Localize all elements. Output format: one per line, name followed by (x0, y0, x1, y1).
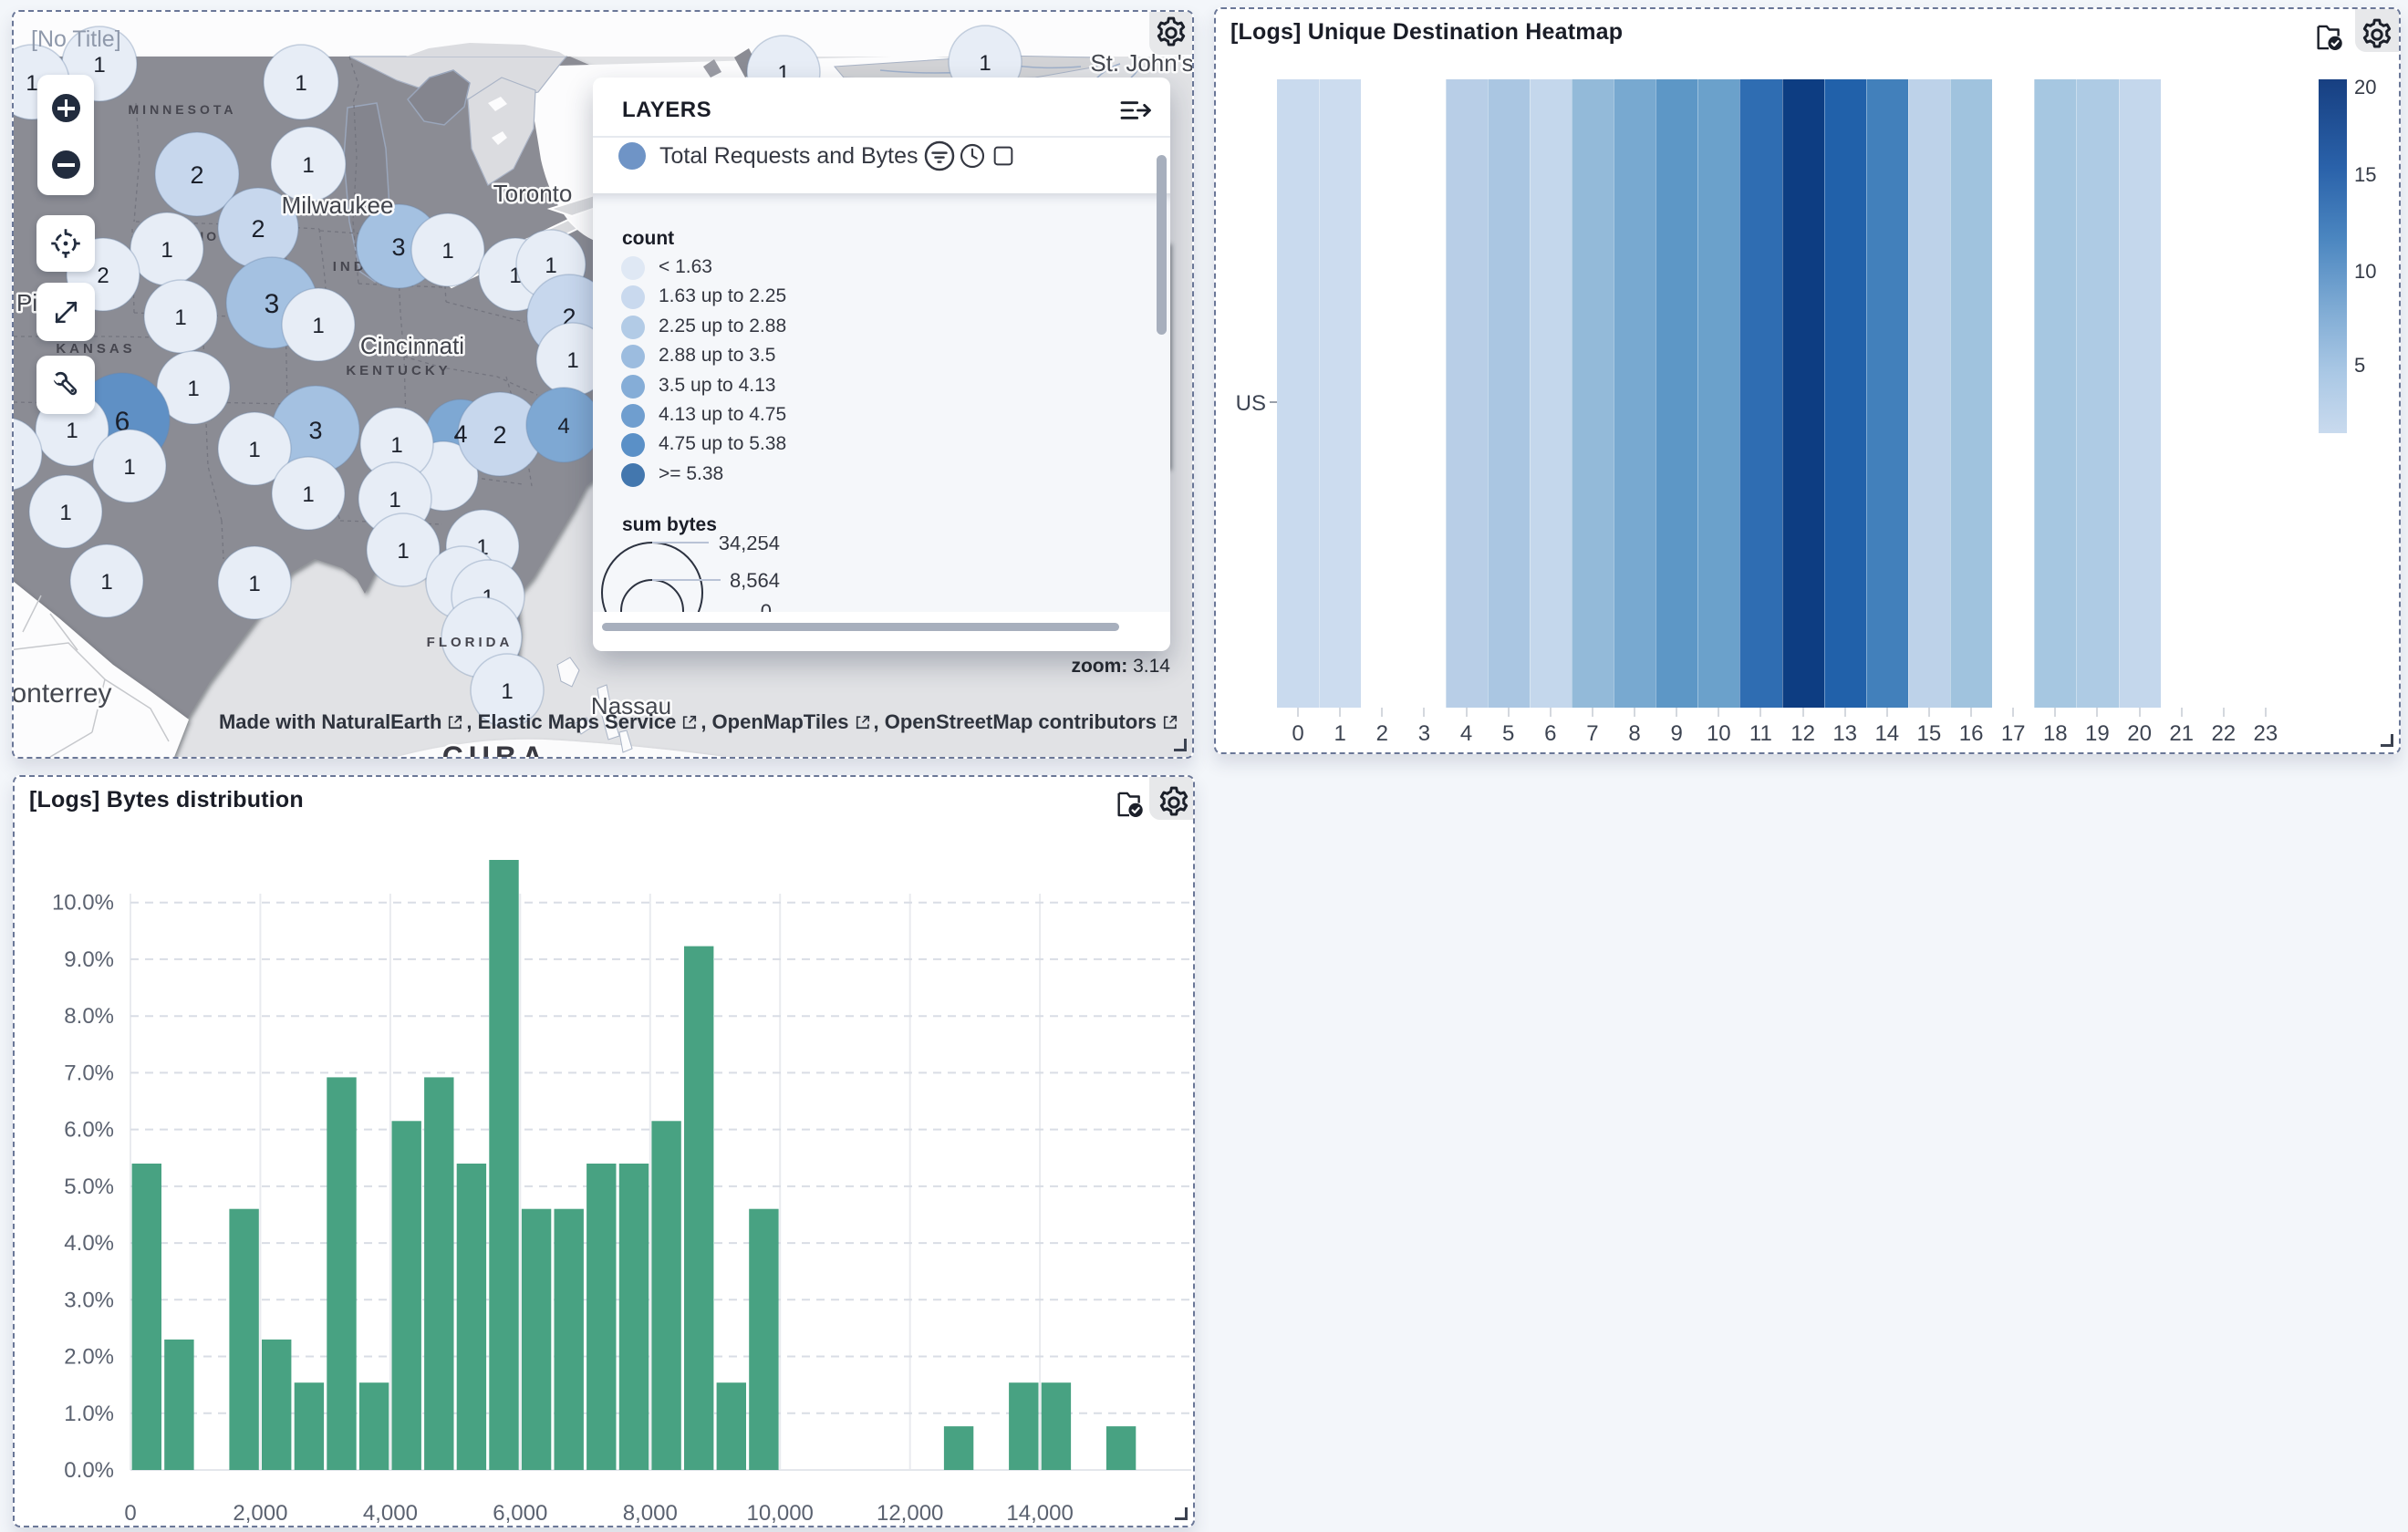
svg-text:1: 1 (545, 254, 556, 278)
svg-text:2: 2 (493, 421, 506, 449)
svg-text:3: 3 (265, 289, 280, 319)
svg-text:0: 0 (761, 600, 772, 612)
svg-text:Toronto: Toronto (493, 180, 573, 207)
svg-text:1: 1 (295, 71, 306, 96)
svg-text:4.0%: 4.0% (64, 1231, 114, 1256)
svg-text:Cincinnati: Cincinnati (360, 332, 464, 359)
svg-text:3: 3 (391, 233, 405, 261)
svg-text:1: 1 (174, 305, 186, 330)
svg-text:0.0%: 0.0% (64, 1458, 114, 1483)
svg-text:2: 2 (251, 215, 265, 243)
svg-text:5.0%: 5.0% (64, 1175, 114, 1199)
svg-text:7.0%: 7.0% (64, 1061, 114, 1085)
svg-text:KANSAS: KANSAS (56, 341, 135, 357)
svg-text:1: 1 (93, 53, 105, 78)
svg-text:34,254: 34,254 (719, 536, 780, 554)
svg-text:KENTUCKY: KENTUCKY (346, 363, 451, 378)
svg-text:1: 1 (979, 51, 991, 76)
svg-text:1: 1 (26, 71, 37, 96)
svg-text:3: 3 (308, 417, 322, 444)
svg-text:4,000: 4,000 (363, 1501, 418, 1526)
svg-text:14,000: 14,000 (1006, 1501, 1073, 1526)
svg-text:2,000: 2,000 (233, 1501, 287, 1526)
svg-text:1: 1 (66, 419, 78, 443)
svg-text:12,000: 12,000 (877, 1501, 943, 1526)
svg-text:1: 1 (441, 239, 453, 264)
svg-text:2: 2 (190, 161, 203, 189)
svg-text:1: 1 (390, 433, 402, 458)
svg-text:1: 1 (123, 455, 135, 480)
svg-text:1: 1 (248, 438, 260, 462)
svg-text:1: 1 (397, 539, 409, 564)
svg-text:0: 0 (124, 1501, 136, 1526)
svg-text:Pi: Pi (16, 289, 37, 316)
svg-text:2: 2 (97, 264, 109, 288)
svg-text:1: 1 (312, 314, 324, 338)
svg-text:Milwaukee: Milwaukee (282, 192, 394, 219)
svg-text:1: 1 (248, 572, 260, 596)
svg-text:MINNESOTA: MINNESOTA (129, 102, 237, 117)
svg-text:4: 4 (557, 414, 569, 439)
svg-text:1: 1 (302, 482, 314, 507)
svg-text:1.0%: 1.0% (64, 1402, 114, 1426)
svg-text:8.0%: 8.0% (64, 1004, 114, 1029)
svg-text:3.0%: 3.0% (64, 1288, 114, 1312)
svg-text:CUBA: CUBA (442, 740, 548, 757)
svg-text:10,000: 10,000 (746, 1501, 813, 1526)
svg-text:FLORIDA: FLORIDA (427, 635, 514, 650)
svg-text:1: 1 (389, 488, 400, 512)
svg-text:1: 1 (501, 679, 513, 704)
svg-text:1: 1 (566, 348, 578, 373)
svg-text:2.0%: 2.0% (64, 1345, 114, 1370)
svg-text:Monterrey: Monterrey (14, 678, 112, 709)
svg-text:1: 1 (302, 153, 314, 178)
svg-text:1: 1 (59, 501, 71, 525)
svg-text:1: 1 (100, 570, 112, 595)
svg-text:6.0%: 6.0% (64, 1118, 114, 1143)
svg-text:8,000: 8,000 (623, 1501, 678, 1526)
svg-text:1: 1 (187, 377, 199, 401)
svg-text:1: 1 (161, 238, 172, 263)
svg-text:4: 4 (453, 420, 467, 448)
svg-text:6,000: 6,000 (493, 1501, 547, 1526)
svg-text:9.0%: 9.0% (64, 947, 114, 972)
svg-text:10.0%: 10.0% (52, 891, 114, 916)
svg-text:8,564: 8,564 (730, 569, 780, 592)
